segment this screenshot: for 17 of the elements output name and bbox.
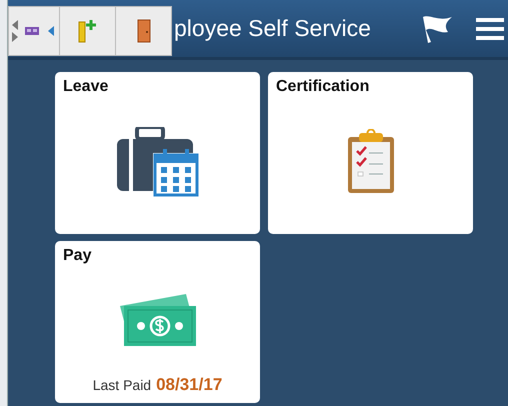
flag-icon[interactable] (420, 14, 454, 44)
menu-icon[interactable] (476, 16, 504, 40)
briefcase-calendar-icon (116, 127, 198, 197)
tile[interactable]: Leave (55, 72, 260, 234)
scroll-arrows-icon[interactable] (11, 18, 19, 44)
tile-title: Certification (276, 78, 370, 96)
tile[interactable]: Certification (268, 72, 473, 234)
tile[interactable]: Pay Last Paid 08/31/17 (55, 241, 260, 403)
clipboard-checklist-icon (346, 129, 394, 195)
page-title: ployee Self Service (174, 15, 371, 42)
tile-title: Pay (63, 247, 92, 265)
caret-icon[interactable] (47, 25, 55, 37)
bookmark-plus-icon[interactable] (78, 19, 98, 43)
tile-title: Leave (63, 78, 108, 96)
door-icon[interactable] (136, 19, 150, 43)
last-paid-date: 08/31/17 (156, 375, 222, 395)
last-paid-label: Last Paid (92, 377, 152, 393)
